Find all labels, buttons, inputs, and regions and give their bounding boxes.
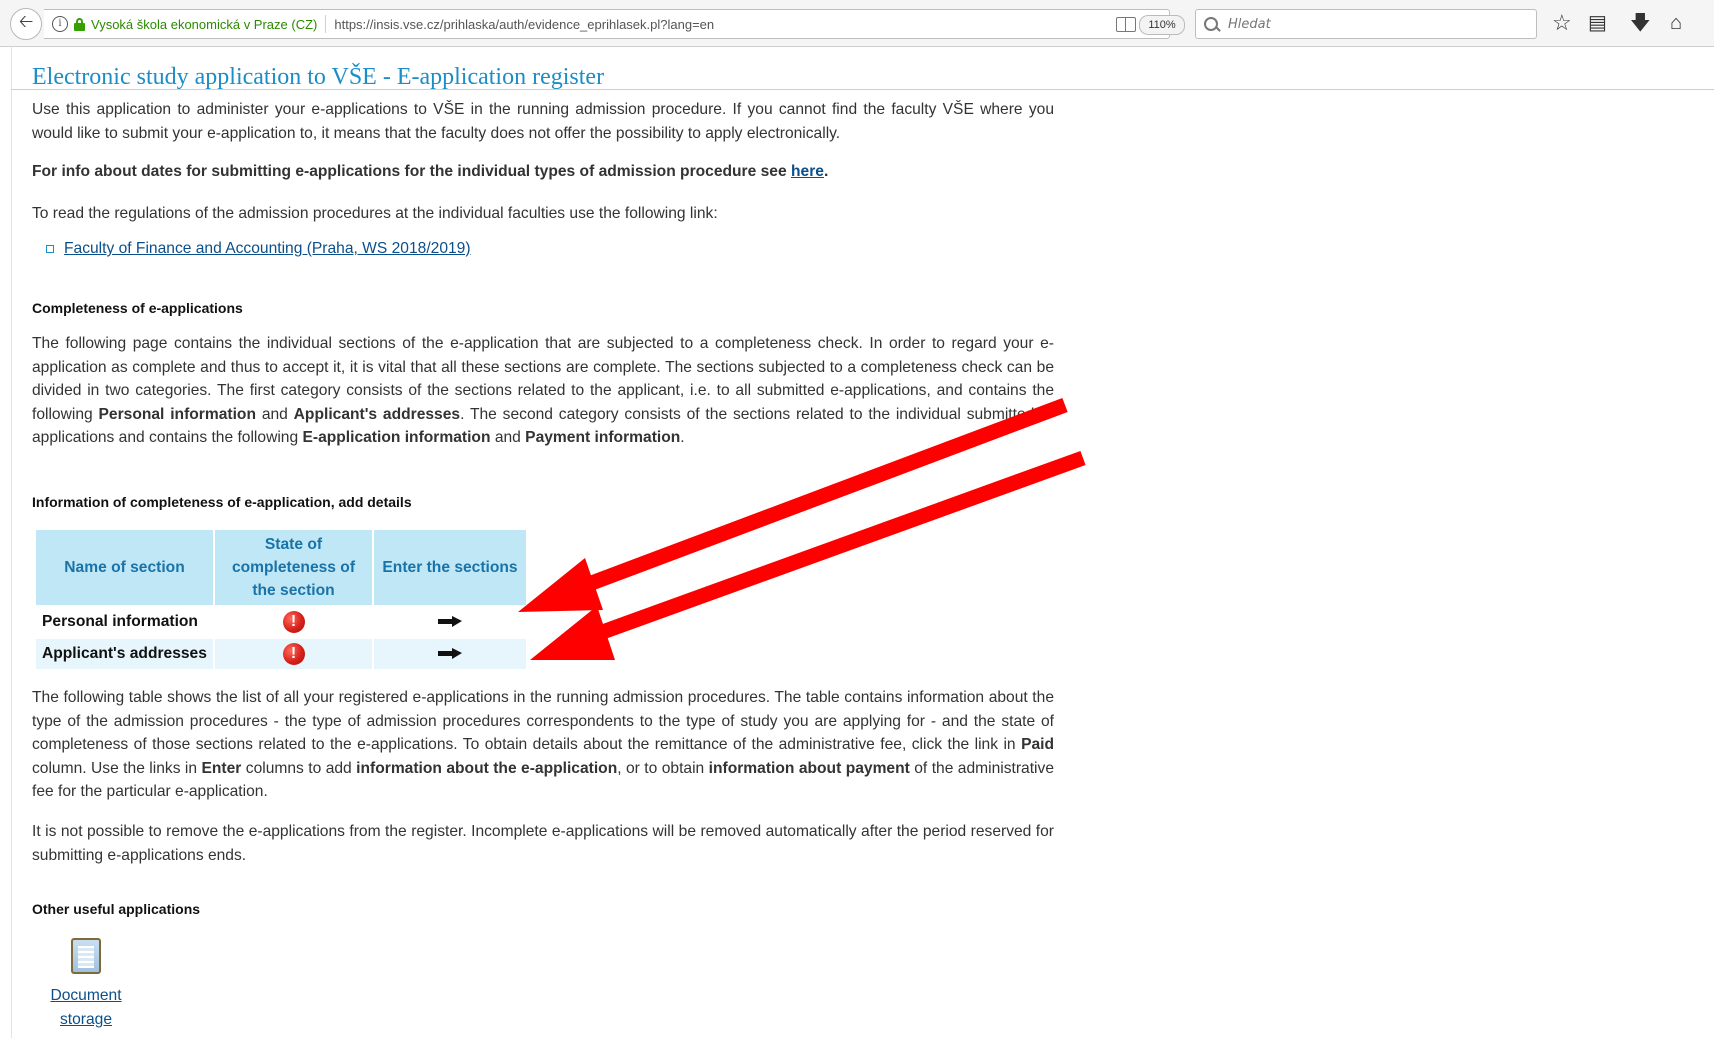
- here-link[interactable]: here: [791, 163, 824, 180]
- regulations-text: To read the regulations of the admission…: [32, 205, 718, 222]
- title-divider: [11, 89, 1714, 90]
- text-span: column. Use the links in: [32, 759, 202, 777]
- section-name: Personal information: [42, 613, 198, 630]
- library-icon[interactable]: ▤: [1588, 9, 1607, 37]
- enter-cell: [374, 607, 526, 637]
- col-header-name: Name of section: [36, 530, 213, 605]
- text-span: The following table shows the list of al…: [32, 689, 1054, 753]
- col-header-state: State of completeness of the section: [215, 530, 372, 605]
- star-icon[interactable]: ☆: [1552, 9, 1572, 37]
- dates-info-prefix: For info about dates for submitting e-ap…: [32, 163, 791, 180]
- intro-text: Use this application to administer your …: [32, 101, 1054, 142]
- home-icon[interactable]: ⌂: [1670, 9, 1682, 37]
- zoom-level[interactable]: 110%: [1139, 15, 1185, 35]
- annotation-arrow-head: [518, 558, 603, 612]
- download-icon[interactable]: 🡇: [1630, 9, 1651, 37]
- url-text[interactable]: https://insis.vse.cz/prihlaska/auth/evid…: [334, 17, 714, 32]
- remove-text: It is not possible to remove the e-appli…: [32, 823, 1054, 864]
- sections-table: Name of section State of completeness of…: [34, 528, 528, 671]
- bold-span: Personal information: [98, 405, 256, 423]
- arrow-right-icon[interactable]: [438, 616, 462, 627]
- text-span: .: [680, 429, 685, 446]
- section-name: Applicant's addresses: [36, 639, 213, 669]
- col-header-enter: Enter the sections: [374, 530, 526, 605]
- bullet-icon: [46, 244, 54, 253]
- annotation-arrow-head: [530, 606, 615, 660]
- faculty-list-item: Faculty of Finance and Accounting (Praha…: [46, 237, 471, 261]
- document-storage-app[interactable]: Document storage: [42, 938, 130, 1031]
- url-divider: [325, 15, 327, 33]
- lock-icon[interactable]: [74, 17, 85, 31]
- annotation-arrow-shaft: [572, 450, 1086, 650]
- document-storage-icon[interactable]: [71, 938, 101, 974]
- arrow-right-icon[interactable]: [438, 648, 462, 659]
- search-box[interactable]: [1195, 9, 1537, 39]
- bold-span: Applicant's addresses: [293, 405, 461, 423]
- text-span: columns to add: [241, 759, 357, 777]
- enter-cell: [374, 639, 526, 669]
- bold-span: Payment information: [525, 429, 681, 446]
- table-header-row: Name of section State of completeness of…: [36, 530, 526, 605]
- site-identity[interactable]: Vysoká škola ekonomická v Praze (CZ): [91, 17, 317, 32]
- bold-span: information about payment: [708, 759, 910, 777]
- other-heading: Other useful applications: [32, 901, 201, 917]
- page-border: [11, 47, 12, 1038]
- info-heading: Information of completeness of e-applica…: [32, 494, 412, 510]
- browser-toolbar: 🡠 i Vysoká škola ekonomická v Praze (CZ)…: [0, 0, 1714, 47]
- document-storage-label[interactable]: Document storage: [42, 984, 130, 1031]
- completeness-heading: Completeness of e-applications: [32, 300, 243, 316]
- bold-span: E-application information: [302, 429, 491, 446]
- faculty-link[interactable]: Faculty of Finance and Accounting (Praha…: [64, 237, 471, 261]
- annotation-overlay: [518, 397, 1086, 660]
- page-title: Electronic study application to VŠE - E-…: [32, 64, 605, 91]
- completeness-text: The following page contains the individu…: [32, 332, 1054, 450]
- url-bar[interactable]: i Vysoká škola ekonomická v Praze (CZ) h…: [44, 9, 1223, 39]
- reader-icon[interactable]: [1116, 17, 1136, 32]
- text-span: and: [490, 429, 526, 446]
- state-cell: !: [215, 607, 372, 637]
- bold-span: information about the e-application: [356, 759, 618, 777]
- error-icon: !: [282, 643, 305, 665]
- list-text: The following table shows the list of al…: [32, 686, 1054, 804]
- dates-info-suffix: .: [823, 163, 829, 180]
- bold-span: Paid: [1021, 736, 1054, 753]
- annotation-arrow: [530, 450, 1086, 660]
- back-arrow-icon[interactable]: 🡠: [10, 8, 42, 40]
- text-span: , or to obtain: [617, 759, 709, 777]
- table-row: Personal information !: [36, 607, 526, 637]
- error-icon: !: [282, 611, 305, 633]
- state-cell: !: [215, 639, 372, 669]
- text-span: and: [255, 405, 294, 423]
- info-icon[interactable]: i: [52, 16, 68, 32]
- search-input[interactable]: [1226, 15, 1520, 33]
- dates-info: For info about dates for submitting e-ap…: [32, 160, 828, 184]
- table-row: Applicant's addresses !: [36, 639, 526, 669]
- bold-span: Enter: [201, 759, 242, 777]
- search-icon: [1204, 17, 1218, 31]
